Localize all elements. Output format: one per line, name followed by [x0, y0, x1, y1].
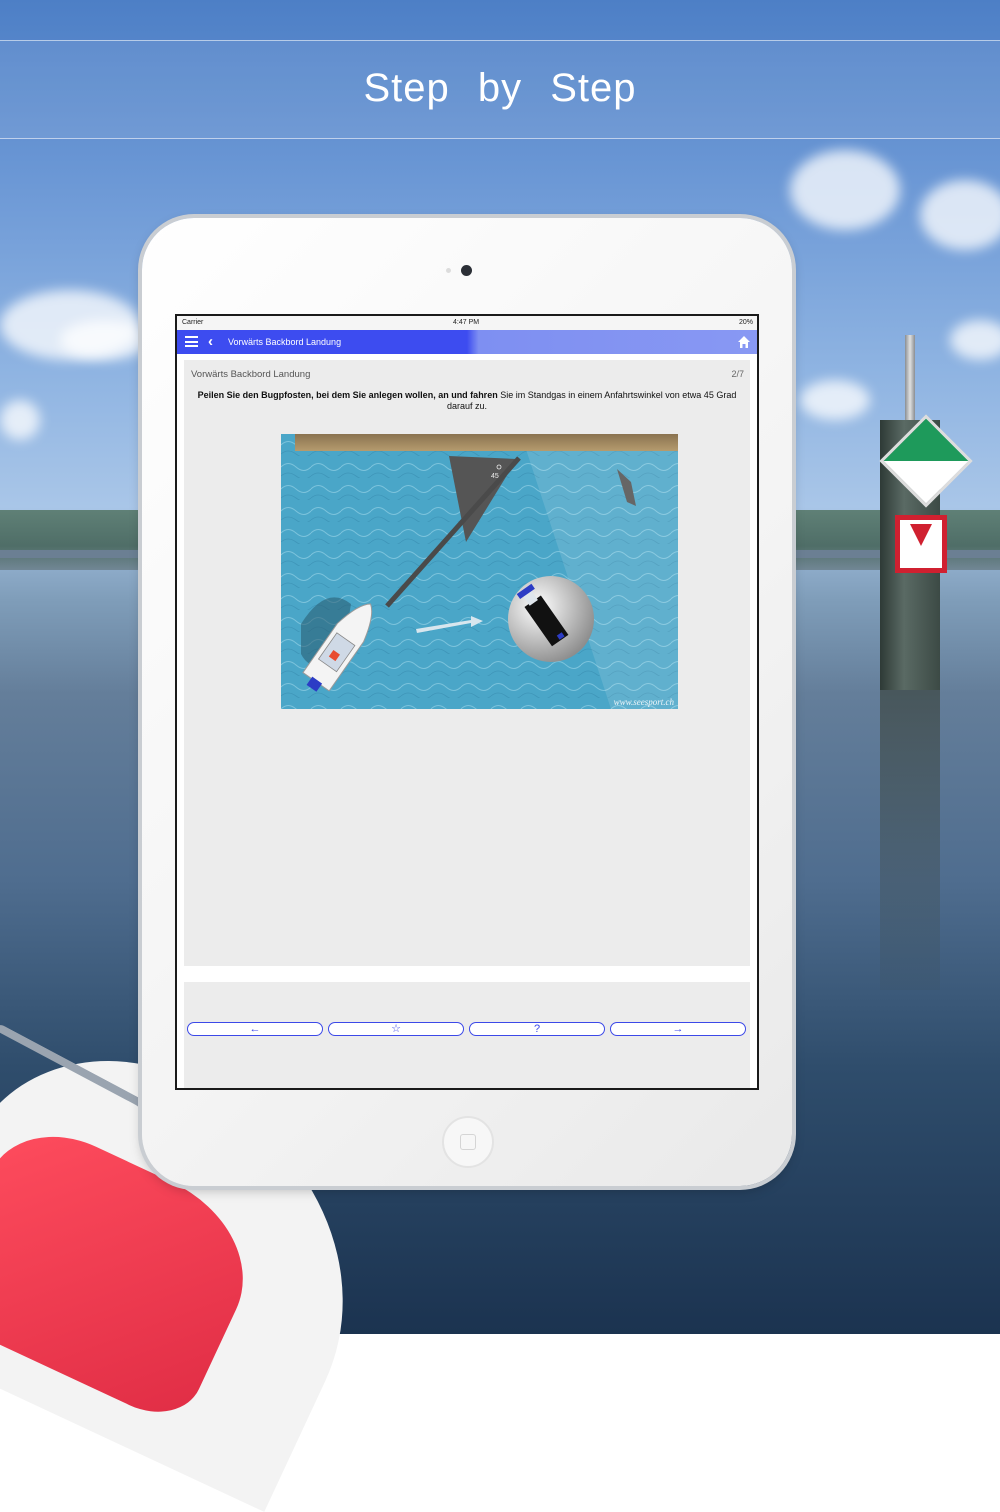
cloud — [920, 180, 1000, 250]
pier — [0, 550, 140, 558]
cloud — [60, 320, 150, 360]
status-carrier: Carrier — [182, 319, 204, 326]
red-white-sign — [895, 515, 947, 573]
nav-title: Vorwärts Backbord Landung — [228, 337, 342, 347]
page-indicator: 2/7 — [731, 369, 744, 379]
camera-icon — [461, 265, 472, 276]
marker-mast — [905, 335, 915, 420]
lesson-subtitle: Vorwärts Backbord Landung — [191, 369, 311, 380]
status-time: 4:47 PM — [453, 319, 480, 326]
status-battery: 20% — [738, 319, 753, 326]
cloud — [0, 400, 40, 440]
nav-bar: ‹ Vorwärts Backbord Landung — [177, 330, 757, 354]
home-hardware-button[interactable] — [442, 1116, 494, 1168]
content-card: Vorwärts Backbord Landung 2/7 Peilen Sie… — [184, 360, 750, 966]
instruction-text: Peilen Sie den Bugpfosten, bei dem Sie a… — [188, 390, 746, 412]
sensor-dot — [446, 268, 451, 273]
cloud — [800, 380, 870, 420]
status-bar: Carrier 4:47 PM 20% — [177, 316, 757, 330]
control-bar: ← ☆ ? → — [184, 982, 750, 1088]
home-icon[interactable] — [737, 335, 751, 349]
favorite-button[interactable]: ☆ — [328, 1022, 464, 1036]
instruction-bold: Peilen Sie den Bugpfosten, bei dem Sie a… — [197, 390, 498, 400]
chevron-left-icon[interactable]: ‹ — [208, 334, 213, 349]
hamburger-menu-icon[interactable] — [185, 336, 198, 347]
marker-post-reflection — [880, 690, 940, 990]
prev-button[interactable]: ← — [187, 1022, 323, 1036]
cloud — [790, 150, 900, 230]
help-button[interactable]: ? — [469, 1022, 605, 1036]
dock-jetty — [295, 434, 678, 451]
page-title: Step by Step — [363, 66, 637, 110]
app-screen: Carrier 4:47 PM 20% ‹ Vorwärts Backbord … — [175, 314, 759, 1090]
watermark: www.seesport.ch — [614, 697, 675, 707]
docking-diagram: 45 www.seesport.ch — [281, 434, 678, 709]
next-button[interactable]: → — [610, 1022, 746, 1036]
